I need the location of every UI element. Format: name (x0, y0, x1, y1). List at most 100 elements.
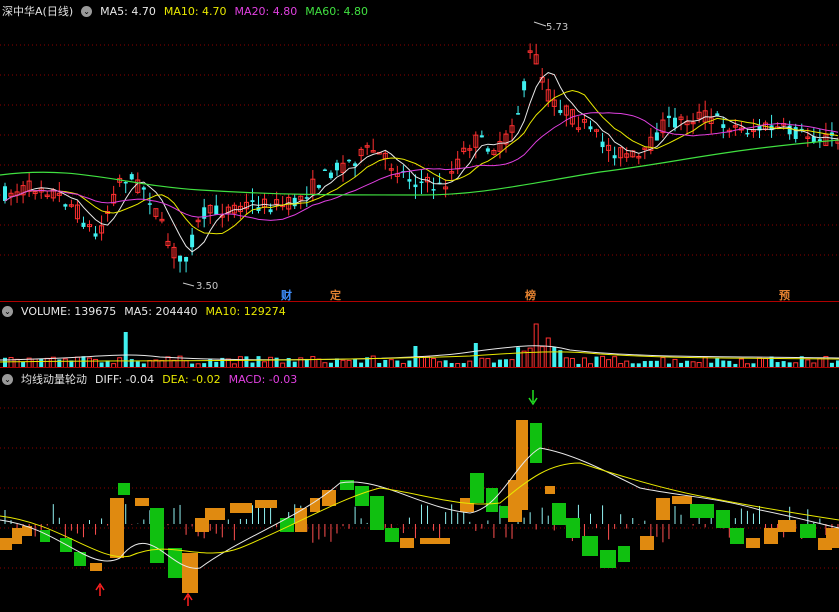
candle-body (612, 155, 617, 159)
price-legend: 深中华A(日线) ⌄ MA5: 4.70 MA10: 4.70 MA20: 4.… (2, 3, 376, 19)
volume-legend: ⌄ VOLUME: 139675 MA5: 204440 MA10: 12927… (2, 305, 294, 318)
momentum-block (470, 473, 484, 503)
candle-body (190, 234, 195, 248)
momentum-block (778, 520, 796, 532)
candle-body (600, 141, 605, 148)
event-tag-bang[interactable]: 榜 (525, 287, 536, 302)
macd-label: MACD: -0.03 (228, 372, 298, 386)
collapse-circle-icon[interactable]: ⌄ (2, 373, 13, 385)
momentum-block (90, 563, 102, 571)
indicator-chart-panel[interactable]: ⌄ 均线动量轮动 DIFF: -0.04 DEA: -0.02 MACD: -0… (0, 368, 839, 612)
ma5-label: MA5: 4.70 (100, 4, 156, 18)
momentum-block (370, 496, 384, 530)
candle-body (93, 233, 98, 237)
buy-arrow-icon (95, 582, 105, 596)
candle-body (654, 132, 659, 141)
volume-ma10-label: MA10: 129274 (205, 305, 286, 318)
momentum-block (182, 553, 198, 593)
ma5-line (4, 72, 839, 253)
momentum-block (340, 480, 354, 490)
candle-body (479, 135, 484, 138)
momentum-block (486, 488, 498, 512)
momentum-block (552, 503, 566, 525)
stock-title: 深中华A(日线) (2, 5, 74, 18)
momentum-block (195, 518, 209, 532)
candle-body (292, 197, 297, 207)
candle-body (328, 172, 333, 179)
candle-body (522, 81, 527, 91)
collapse-circle-icon[interactable]: ⌄ (2, 306, 13, 317)
momentum-block (545, 486, 555, 494)
event-tag-yu[interactable]: 预 (779, 287, 790, 302)
sell-arrow-icon (528, 390, 538, 406)
candle-body (431, 189, 436, 191)
ma20-label: MA20: 4.80 (234, 4, 298, 18)
momentum-block (690, 504, 714, 518)
candle-body (250, 200, 255, 202)
candle-body (178, 255, 183, 262)
volume-bar (527, 347, 533, 368)
candle-body (407, 179, 412, 182)
candle-body (322, 169, 327, 171)
ma10-label: MA10: 4.70 (163, 4, 227, 18)
volume-bar (552, 346, 557, 368)
candle-body (817, 139, 822, 142)
event-tag-cai[interactable]: 财 (281, 287, 292, 302)
momentum-block (800, 524, 816, 538)
candle-body (745, 132, 750, 135)
candle-body (485, 148, 490, 152)
dea-label: DEA: -0.02 (162, 372, 221, 386)
candle-body (129, 174, 134, 180)
candle-body (516, 113, 521, 115)
event-tag-ding[interactable]: 定 (330, 287, 341, 302)
volume-label: VOLUME: 139675 (21, 305, 117, 318)
momentum-block (230, 503, 252, 513)
momentum-block (150, 508, 164, 563)
ma10-line (4, 89, 839, 235)
momentum-block (110, 498, 124, 558)
momentum-block (385, 528, 399, 542)
momentum-block (255, 500, 277, 508)
momentum-block (530, 423, 542, 463)
momentum-block (672, 496, 692, 504)
price-chart-panel[interactable]: 深中华A(日线) ⌄ MA5: 4.70 MA10: 4.70 MA20: 4.… (0, 0, 839, 302)
buy-arrow-icon (183, 592, 193, 606)
indicator-legend: ⌄ 均线动量轮动 DIFF: -0.04 DEA: -0.02 MACD: -0… (2, 371, 305, 387)
indicator-title: 均线动量轮动 (21, 373, 87, 386)
momentum-block (420, 538, 450, 544)
volume-bar (123, 332, 128, 368)
candlestick-chart[interactable] (0, 0, 839, 302)
candle-body (147, 203, 152, 205)
momentum-block (118, 483, 130, 495)
candle-body (141, 187, 146, 190)
candle-body (793, 127, 798, 139)
candle-body (672, 117, 677, 128)
candle-body (214, 205, 219, 215)
volume-bar (558, 350, 563, 368)
momentum-block (0, 538, 12, 550)
candle-body (81, 222, 86, 227)
candle-body (588, 126, 593, 130)
volume-bar (521, 350, 527, 368)
candle-body (3, 186, 7, 201)
momentum-block (582, 536, 598, 556)
volume-bar (516, 347, 521, 368)
candle-body (316, 185, 321, 188)
candle-body (787, 125, 792, 135)
volume-ma5-label: MA5: 204440 (124, 305, 198, 318)
collapse-circle-icon[interactable]: ⌄ (81, 5, 93, 17)
indicator-chart[interactable] (0, 368, 839, 612)
momentum-block (600, 550, 616, 568)
candle-body (123, 181, 128, 184)
volume-bar (545, 337, 551, 368)
volume-bar (539, 346, 545, 368)
diff-label: DIFF: -0.04 (95, 372, 155, 386)
momentum-block (12, 528, 22, 544)
momentum-block (716, 510, 730, 528)
momentum-block (746, 538, 760, 548)
momentum-block (640, 536, 654, 550)
momentum-block (205, 508, 225, 520)
candle-body (347, 159, 352, 162)
volume-chart-panel[interactable]: ⌄ VOLUME: 139675 MA5: 204440 MA10: 12927… (0, 302, 839, 368)
momentum-block (826, 528, 839, 548)
